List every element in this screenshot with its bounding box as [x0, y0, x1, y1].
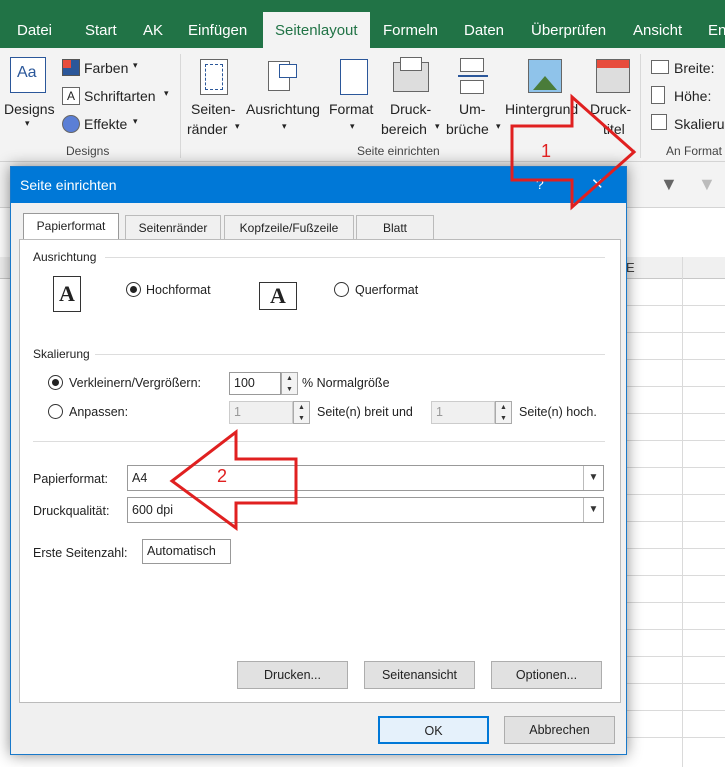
annotation-label-1: 1 [541, 141, 552, 161]
annotation-arrow-2 [169, 428, 298, 531]
annotation-arrow-1 [510, 93, 637, 211]
annotation-overlay [169, 93, 637, 531]
annotation-label-2: 2 [217, 466, 228, 486]
